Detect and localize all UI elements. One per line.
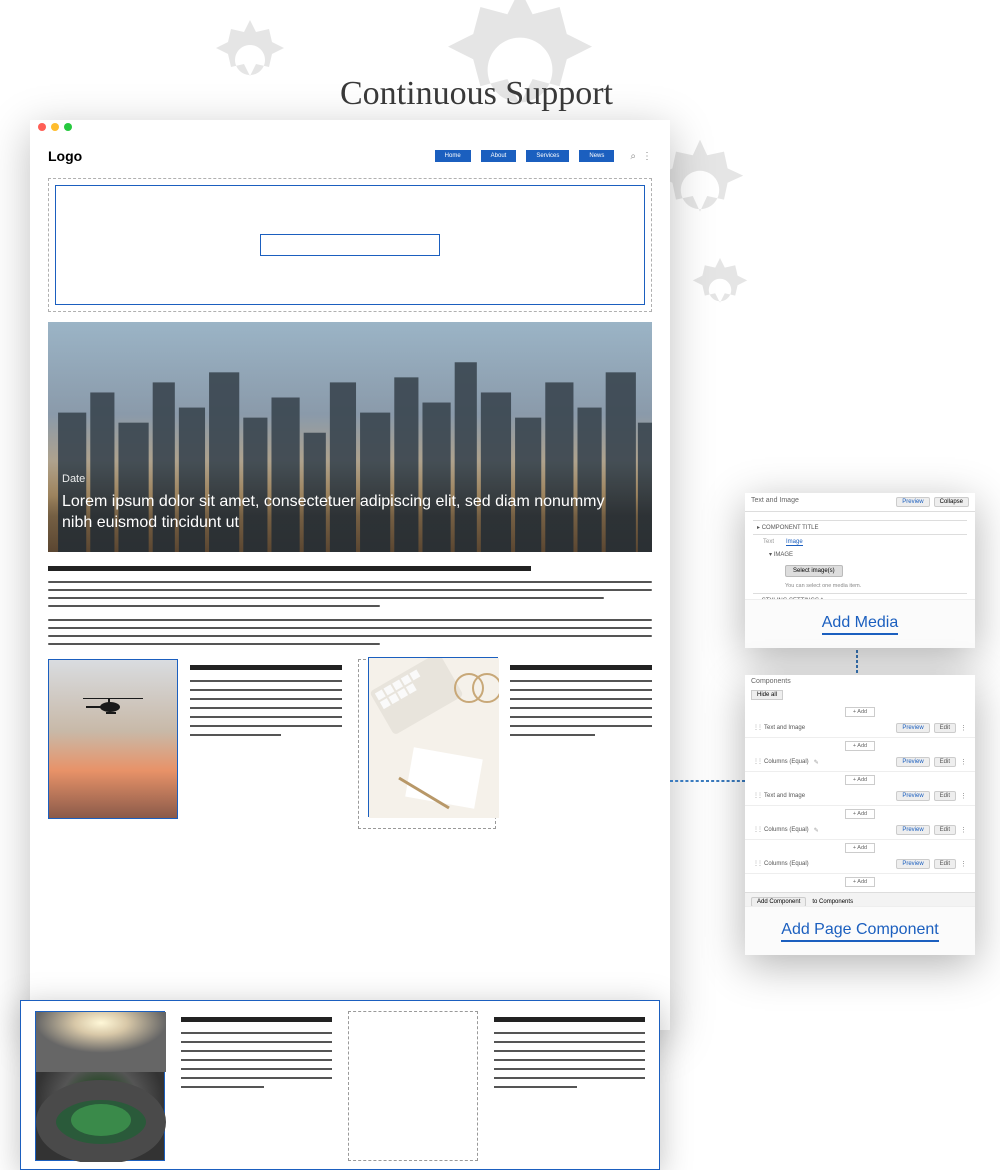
- hero-image: Date Lorem ipsum dolor sit amet, consect…: [48, 322, 652, 552]
- site-logo[interactable]: Logo: [48, 148, 82, 164]
- add-slot-button[interactable]: + Add: [845, 741, 875, 751]
- image-keyboard[interactable]: [368, 657, 498, 817]
- component-row[interactable]: Columns (Equal) Preview Edit ⋮: [745, 855, 975, 874]
- add-media-link[interactable]: Add Media: [822, 614, 899, 635]
- image-dropzone-2[interactable]: [348, 1011, 478, 1161]
- preview-button[interactable]: Preview: [896, 825, 929, 835]
- panel-title: Text and Image: [751, 497, 799, 507]
- tab-text[interactable]: Text: [763, 539, 774, 546]
- row-menu-icon[interactable]: ⋮: [960, 826, 967, 834]
- component-name: Text and Image: [764, 793, 805, 799]
- drag-handle-icon[interactable]: [753, 860, 759, 868]
- nav-news[interactable]: News: [579, 150, 614, 162]
- add-slot-button[interactable]: + Add: [845, 809, 875, 819]
- connector-line: [856, 650, 858, 678]
- components-header: Components: [745, 675, 975, 688]
- add-slot-button[interactable]: + Add: [845, 877, 875, 887]
- image-field-label: ▾ IMAGE: [769, 548, 967, 561]
- browser-window: Logo Home About Services News ⌕ ⋮: [30, 120, 670, 1030]
- collapse-button[interactable]: Collapse: [934, 497, 969, 507]
- preview-button[interactable]: Preview: [896, 791, 929, 801]
- nav-home[interactable]: Home: [435, 150, 471, 162]
- close-icon[interactable]: [38, 123, 46, 131]
- gear-icon: [200, 10, 300, 110]
- window-controls: [30, 120, 670, 134]
- nav-about[interactable]: About: [481, 150, 517, 162]
- drag-handle-icon[interactable]: [753, 826, 759, 834]
- section-component-title[interactable]: ▸ COMPONENT TITLE: [753, 520, 967, 535]
- select-images-button[interactable]: Select image(s): [785, 565, 843, 577]
- edit-button[interactable]: Edit: [934, 825, 956, 835]
- add-slot-button[interactable]: + Add: [845, 707, 875, 717]
- row-menu-icon[interactable]: ⋮: [960, 758, 967, 766]
- minimize-icon[interactable]: [51, 123, 59, 131]
- connector-line: [670, 780, 745, 782]
- column-1: [48, 659, 342, 829]
- menu-icon[interactable]: ⋮: [642, 151, 652, 162]
- preview-button[interactable]: Preview: [896, 859, 929, 869]
- text-block: [48, 566, 652, 645]
- edit-button[interactable]: Edit: [934, 791, 956, 801]
- extended-row-card: [20, 1000, 660, 1170]
- components-panel: Components Hide all + Add Text and Image…: [745, 675, 975, 955]
- component-row[interactable]: Columns (Equal) ✎ Preview Edit ⋮: [745, 821, 975, 840]
- add-slot-button[interactable]: + Add: [845, 775, 875, 785]
- row-menu-icon[interactable]: ⋮: [960, 724, 967, 732]
- edit-button[interactable]: Edit: [934, 723, 956, 733]
- drag-handle-icon[interactable]: [753, 724, 759, 732]
- tab-image[interactable]: Image: [786, 539, 803, 546]
- component-name: Text and Image: [764, 725, 805, 731]
- component-row[interactable]: Text and Image Preview Edit ⋮: [745, 719, 975, 738]
- row-menu-icon[interactable]: ⋮: [960, 860, 967, 868]
- nav-services[interactable]: Services: [526, 150, 569, 162]
- preview-button[interactable]: Preview: [896, 497, 929, 507]
- component-name: Columns (Equal): [764, 861, 809, 867]
- component-row[interactable]: Columns (Equal) ✎ Preview Edit ⋮: [745, 753, 975, 772]
- hero-headline: Lorem ipsum dolor sit amet, consectetuer…: [62, 491, 638, 534]
- editable-region[interactable]: [48, 178, 652, 312]
- image-stadium[interactable]: [35, 1011, 165, 1161]
- drag-handle-icon[interactable]: [753, 758, 759, 766]
- maximize-icon[interactable]: [64, 123, 72, 131]
- hide-all-button[interactable]: Hide all: [751, 690, 783, 700]
- preview-button[interactable]: Preview: [896, 757, 929, 767]
- media-hint: You can select one media item.: [785, 583, 967, 589]
- component-row[interactable]: Text and Image Preview Edit ⋮: [745, 787, 975, 806]
- row-menu-icon[interactable]: ⋮: [960, 792, 967, 800]
- component-name: Columns (Equal): [764, 827, 809, 833]
- add-page-component-link[interactable]: Add Page Component: [781, 921, 938, 942]
- gear-icon: [680, 250, 760, 330]
- edit-button[interactable]: Edit: [934, 757, 956, 767]
- site-nav: Home About Services News ⌕ ⋮: [435, 150, 652, 162]
- add-slot-button[interactable]: + Add: [845, 843, 875, 853]
- media-panel: Text and Image Preview Collapse ▸ COMPON…: [745, 493, 975, 648]
- add-component-label: to Components: [812, 899, 853, 905]
- drag-handle-icon[interactable]: [753, 792, 759, 800]
- image-helicopter[interactable]: [48, 659, 178, 819]
- column-2: [358, 659, 652, 829]
- component-input[interactable]: [260, 234, 440, 256]
- page-title: Continuous Support: [340, 75, 613, 113]
- hero-date: Date: [62, 473, 638, 485]
- preview-button[interactable]: Preview: [896, 723, 929, 733]
- edit-button[interactable]: Edit: [934, 859, 956, 869]
- component-name: Columns (Equal): [764, 759, 809, 765]
- search-icon[interactable]: ⌕: [630, 151, 636, 162]
